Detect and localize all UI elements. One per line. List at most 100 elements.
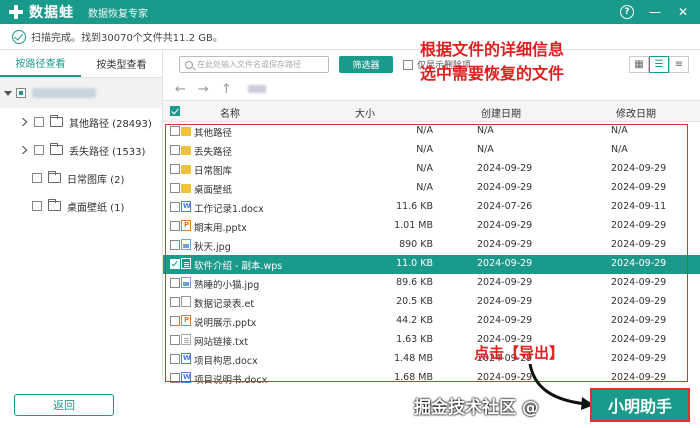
- tree-item-other-paths[interactable]: 其他路径 (28493): [0, 108, 162, 136]
- detail-view-icon[interactable]: ≡: [669, 56, 689, 73]
- file-created: 2024-09-29: [477, 182, 533, 193]
- row-checkbox[interactable]: [170, 164, 180, 174]
- table-row[interactable]: 丢失路径 N/A N/A N/A: [163, 141, 700, 160]
- tree-item-desktop-wallpaper[interactable]: 桌面壁纸 (1): [0, 192, 162, 220]
- table-row[interactable]: 数据记录表.et 20.5 KB 2024-09-29 2024-09-29: [163, 293, 700, 312]
- tree-item-checkbox[interactable]: [34, 117, 44, 127]
- scan-status-text: 扫描完成。找到30070个文件共11.2 GB。: [31, 33, 223, 44]
- row-checkbox[interactable]: [170, 316, 180, 326]
- app-logo: 数据蛙: [8, 2, 74, 22]
- tree-item-daily-gallery[interactable]: 日常图库 (2): [0, 164, 162, 192]
- export-button[interactable]: 小明助手: [590, 388, 690, 422]
- file-size: 11.0 KB: [396, 258, 433, 269]
- select-all-checkbox[interactable]: [170, 106, 180, 116]
- row-checkbox[interactable]: [170, 373, 180, 383]
- ppt-icon: [181, 220, 191, 231]
- table-row[interactable]: 其他路径 N/A N/A N/A: [163, 122, 700, 141]
- file-size: N/A: [416, 125, 433, 136]
- row-checkbox[interactable]: [170, 145, 180, 155]
- table-row[interactable]: 说明展示.pptx 44.2 KB 2024-09-29 2024-09-29: [163, 312, 700, 331]
- caret-right-icon[interactable]: [18, 117, 28, 127]
- column-size[interactable]: 大小: [355, 105, 375, 120]
- file-modified: 2024-09-29: [611, 182, 667, 193]
- image-icon: [181, 277, 191, 288]
- table-row[interactable]: 工作记录1.docx 11.6 KB 2024-07-26 2024-09-11: [163, 198, 700, 217]
- file-modified: 2024-09-29: [611, 315, 667, 326]
- file-name: 秋天.jpg: [194, 242, 231, 253]
- column-created[interactable]: 创建日期: [481, 105, 521, 120]
- help-button[interactable]: ?: [616, 2, 638, 22]
- caret-right-icon[interactable]: [18, 145, 28, 155]
- up-arrow-icon[interactable]: ↑: [221, 82, 232, 97]
- back-button[interactable]: 返回: [14, 394, 114, 416]
- tab-by-type[interactable]: 按类型查看: [81, 50, 162, 77]
- back-arrow-icon[interactable]: ←: [175, 82, 186, 97]
- table-row[interactable]: 日常图库 N/A 2024-09-29 2024-09-29: [163, 160, 700, 179]
- file-table-header: 名称 大小 创建日期 修改日期: [163, 100, 700, 122]
- tree-root-checkbox[interactable]: [16, 88, 26, 98]
- close-button[interactable]: ✕: [672, 2, 694, 22]
- table-row[interactable]: 项目构思.docx1.48 MB2024-09-292024-09-29: [163, 350, 700, 369]
- row-checkbox[interactable]: [170, 202, 180, 212]
- folder-icon: [50, 115, 63, 127]
- caret-down-icon[interactable]: [4, 90, 12, 96]
- file-size: 11.6 KB: [396, 201, 433, 212]
- folder-icon: [48, 171, 61, 183]
- file-name: 网站链接.txt: [194, 337, 249, 348]
- folder-icon: [181, 146, 191, 155]
- table-row[interactable]: 网站链接.txt 1.63 KB 2024-09-29 2024-09-29: [163, 331, 700, 350]
- row-checkbox[interactable]: [170, 221, 180, 231]
- file-modified: 2024-09-29: [611, 258, 667, 269]
- text-icon: [181, 334, 191, 345]
- file-created: 2024-09-29: [477, 296, 533, 307]
- forward-arrow-icon[interactable]: →: [198, 82, 209, 97]
- row-checkbox[interactable]: [170, 259, 180, 269]
- row-checkbox[interactable]: [170, 297, 180, 307]
- table-row[interactable]: 秋天.jpg 890 KB 2024-09-29 2024-09-29: [163, 236, 700, 255]
- row-checkbox[interactable]: [170, 278, 180, 288]
- row-checkbox[interactable]: [170, 183, 180, 193]
- file-size: 1.01 MB: [394, 220, 433, 231]
- row-checkbox[interactable]: [170, 240, 180, 250]
- file-modified: 2024-09-11: [611, 201, 667, 212]
- table-row[interactable]: 项目说明书.docx1.68 MB2024-09-292024-09-29: [163, 369, 700, 384]
- row-checkbox[interactable]: [170, 354, 180, 364]
- row-checkbox[interactable]: [170, 335, 180, 345]
- file-name: 其他路径: [194, 128, 233, 139]
- column-modified[interactable]: 修改日期: [616, 105, 656, 120]
- list-view-icon[interactable]: ☰: [649, 56, 669, 73]
- table-row[interactable]: 熟睡的小猫.jpg 89.6 KB 2024-09-29 2024-09-29: [163, 274, 700, 293]
- search-icon: [185, 60, 193, 69]
- word-icon: [181, 201, 191, 212]
- tree-root-drive[interactable]: [0, 78, 162, 108]
- file-created: N/A: [477, 125, 494, 136]
- grid-view-icon[interactable]: ▦: [629, 56, 649, 73]
- table-row[interactable]: 软件介绍 - 副本.wps 11.0 KB 2024-09-29 2024-09-29: [163, 255, 700, 274]
- file-size: 1.63 KB: [396, 334, 433, 345]
- search-input[interactable]: 在此处输入文件名或保存路径: [179, 56, 329, 73]
- view-mode-toggles: ▦ ☰ ≡: [629, 56, 689, 73]
- check-circle-icon: [12, 29, 26, 44]
- tab-by-path[interactable]: 按路径查看: [0, 50, 81, 77]
- tree-item-lost-paths[interactable]: 丢失路径 (1533): [0, 136, 162, 164]
- spreadsheet-icon: [181, 296, 191, 307]
- only-deleted-checkbox[interactable]: [403, 59, 413, 70]
- plus-logo-icon: [8, 4, 24, 20]
- annotation-line-2: 选中需要恢复的文件: [420, 64, 565, 83]
- tree-item-checkbox[interactable]: [32, 201, 42, 211]
- current-path: [247, 85, 266, 93]
- view-tabs: 按路径查看 按类型查看: [0, 50, 162, 78]
- filter-button[interactable]: 筛选器: [339, 56, 393, 73]
- column-name[interactable]: 名称: [220, 105, 240, 120]
- file-size: N/A: [416, 144, 433, 155]
- tree-item-checkbox[interactable]: [32, 173, 42, 183]
- table-row[interactable]: 桌面壁纸 N/A 2024-09-29 2024-09-29: [163, 179, 700, 198]
- file-created: 2024-09-29: [477, 315, 533, 326]
- file-modified: 2024-09-29: [611, 239, 667, 250]
- minimize-button[interactable]: —: [644, 2, 666, 22]
- table-row[interactable]: 期末用.pptx 1.01 MB 2024-09-29 2024-09-29: [163, 217, 700, 236]
- tree-item-checkbox[interactable]: [34, 145, 44, 155]
- file-name: 数据记录表.et: [194, 299, 255, 310]
- file-name: 项目构思.docx: [194, 356, 258, 367]
- row-checkbox[interactable]: [170, 126, 180, 136]
